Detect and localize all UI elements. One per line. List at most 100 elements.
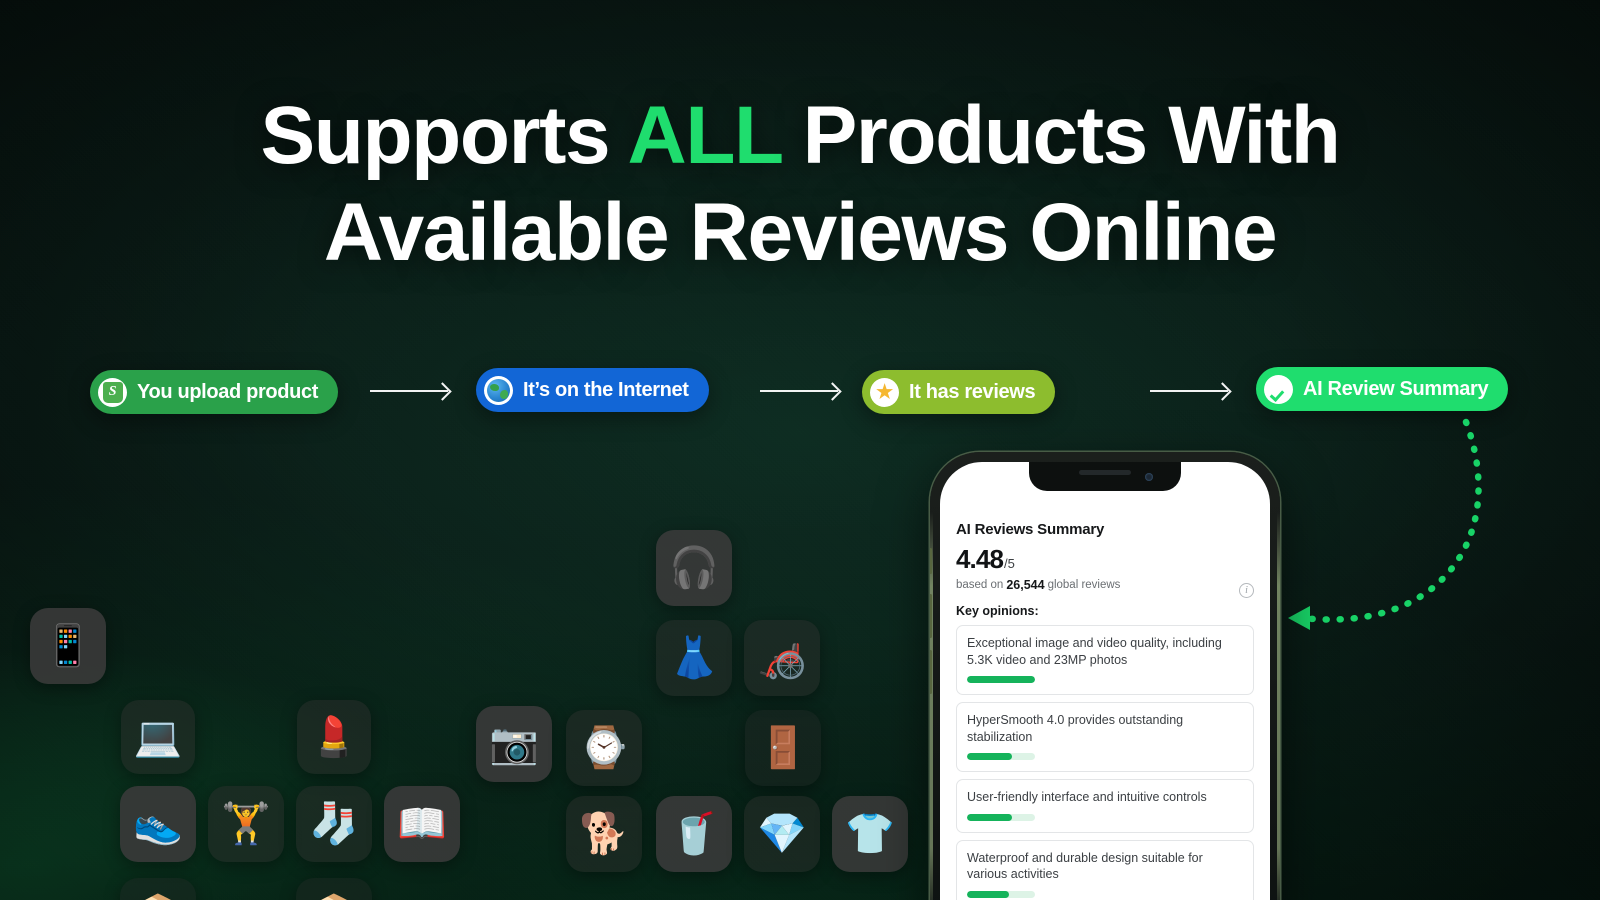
front-camera-icon <box>1145 473 1153 481</box>
tile-dumbbell: 🏋️ <box>208 786 284 862</box>
phone-side-rail-right <box>1277 512 1280 900</box>
tile-pet-supplies: 🐕 <box>566 796 642 872</box>
phone-mute-switch[interactable] <box>930 548 932 574</box>
process-flow: You upload product It’s on the Internet … <box>0 362 1600 432</box>
rating-value: 4.48 <box>956 544 1004 574</box>
product-emoji-icon: 📦 <box>309 896 359 900</box>
opinion-card[interactable]: Waterproof and durable design suitable f… <box>956 839 1254 900</box>
product-emoji-icon: 📖 <box>397 802 447 846</box>
flow-step-label: AI Review Summary <box>1303 377 1489 400</box>
headline-line-2: Available Reviews Online <box>323 186 1278 278</box>
tile-headphones: 🎧 <box>656 530 732 606</box>
product-emoji-icon: 🏋️ <box>221 802 271 846</box>
tile-hoodie: 👕 <box>832 796 908 872</box>
flow-step-ai-review-summary[interactable]: AI Review Summary <box>1256 367 1509 411</box>
tile-refrigerator: 🚪 <box>745 710 821 786</box>
review-count: 26,544 <box>1006 578 1045 592</box>
star-icon: ★ <box>870 377 899 407</box>
globe-icon <box>484 375 513 405</box>
flow-arrow-2-icon <box>760 390 838 392</box>
opinion-sentiment-bar <box>967 890 1035 898</box>
opinion-sentiment-bar <box>967 813 1035 821</box>
product-emoji-icon: 💻 <box>133 715 183 759</box>
info-icon[interactable]: i <box>1239 583 1254 598</box>
headline-line-1: Supports ALL Products With <box>0 88 1600 185</box>
tile-sneaker: 👟 <box>120 786 196 862</box>
rating-out-of: /5 <box>1004 556 1015 571</box>
flow-step-label: It has reviews <box>909 380 1036 403</box>
flow-step-upload-product[interactable]: You upload product <box>90 370 339 414</box>
phone-frame: AI Reviews Summary 4.48 /5 based on 26,5… <box>930 452 1280 900</box>
tile-laptop: 💻 <box>121 700 195 774</box>
tile-jewelry: 💎 <box>744 796 820 872</box>
product-emoji-icon: ⌚ <box>579 726 629 770</box>
product-emoji-icon: 🎧 <box>669 546 719 590</box>
opinion-text: Exceptional image and video quality, inc… <box>967 636 1222 667</box>
headline-accent-word: ALL <box>627 90 783 181</box>
phone-volume-up-button[interactable] <box>930 594 932 638</box>
opinion-sentiment-bar-fill <box>967 753 1012 760</box>
product-emoji-icon: 📦 <box>133 896 183 900</box>
phone-mockup: AI Reviews Summary 4.48 /5 based on 26,5… <box>930 452 1280 900</box>
product-emoji-icon: 💎 <box>757 812 807 856</box>
tile-book: 📖 <box>384 786 460 862</box>
tile-extra-a: 📦 <box>120 878 196 900</box>
opinion-sentiment-bar-fill <box>967 676 1035 683</box>
flow-arrow-1-icon <box>370 390 448 392</box>
flow-step-label: It’s on the Internet <box>523 378 689 401</box>
product-emoji-icon: 👗 <box>669 636 719 680</box>
review-summary-screen: AI Reviews Summary 4.48 /5 based on 26,5… <box>940 491 1270 900</box>
product-emoji-icon: 👟 <box>133 802 183 846</box>
based-on-suffix: global reviews <box>1047 579 1121 591</box>
opinion-text: Waterproof and durable design suitable f… <box>967 850 1203 882</box>
opinion-card[interactable]: Exceptional image and video quality, inc… <box>956 625 1254 695</box>
rating-row: 4.48 /5 <box>956 544 1254 575</box>
headline-text-post: Products With <box>781 90 1341 181</box>
tile-soda-can: 🥤 <box>656 796 732 872</box>
product-emoji-icon: 💄 <box>309 715 359 759</box>
phone-volume-down-button[interactable] <box>930 650 932 694</box>
tile-action-camera: 📷 <box>476 706 552 782</box>
page-title: Supports ALL Products With Available Rev… <box>0 88 1600 282</box>
opinion-sentiment-bar-fill <box>967 813 1012 821</box>
tile-extra-b: 📦 <box>296 878 372 900</box>
earpiece-speaker-icon <box>1079 469 1131 475</box>
product-emoji-icon: 🥤 <box>669 812 719 856</box>
key-opinions-label: Key opinions: <box>956 604 1039 618</box>
based-on-prefix: based on <box>956 579 1004 591</box>
hero-banner: 📱 💻 💄 👟 🏋️ 🧦 📖 🎧 👗 🦽 📷 ⌚ 🚪 🐕 🥤 💎 👕 📦 📦 Supports ALL Produc… <box>0 0 1600 900</box>
opinion-sentiment-bar-fill <box>967 890 1010 898</box>
opinion-sentiment-bar <box>967 753 1035 760</box>
tile-smartphone: 📱 <box>30 608 106 684</box>
product-emoji-icon: 🧦 <box>309 802 359 846</box>
flow-step-has-reviews[interactable]: ★ It has reviews <box>862 370 1056 414</box>
product-emoji-icon: 📷 <box>489 722 539 766</box>
product-emoji-icon: 🚪 <box>758 726 808 770</box>
tile-socks: 🧦 <box>296 786 372 862</box>
opinion-text: User-friendly interface and intuitive co… <box>967 790 1207 804</box>
product-emoji-icon: 🦽 <box>757 636 807 680</box>
product-emoji-icon: 🐕 <box>579 812 629 856</box>
opinion-sentiment-bar <box>967 676 1035 683</box>
tile-smartwatch: ⌚ <box>566 710 642 786</box>
tile-makeup: 💄 <box>297 700 371 774</box>
product-emoji-icon: 👕 <box>845 812 895 856</box>
headline-text-pre: Supports <box>260 90 628 181</box>
phone-screen: AI Reviews Summary 4.48 /5 based on 26,5… <box>940 462 1270 900</box>
flow-step-label: You upload product <box>137 380 319 403</box>
check-circle-icon <box>1264 374 1293 404</box>
key-opinions-list: Exceptional image and video quality, inc… <box>956 625 1254 900</box>
opinion-card[interactable]: User-friendly interface and intuitive co… <box>956 779 1254 833</box>
ai-reviews-summary-card: AI Reviews Summary 4.48 /5 based on 26,5… <box>952 521 1258 900</box>
tile-wheelchair: 🦽 <box>744 620 820 696</box>
tile-dress: 👗 <box>656 620 732 696</box>
phone-notch <box>1029 462 1181 491</box>
flow-arrow-3-icon <box>1150 390 1228 392</box>
summary-title: AI Reviews Summary <box>956 521 1105 538</box>
opinion-text: HyperSmooth 4.0 provides outstanding sta… <box>967 713 1184 744</box>
product-emoji-icon: 📱 <box>43 624 93 668</box>
shopify-bag-icon <box>98 377 127 407</box>
opinion-card[interactable]: HyperSmooth 4.0 provides outstanding sta… <box>956 702 1254 772</box>
review-count-line: based on 26,544 global reviews <box>956 578 1254 592</box>
flow-step-on-the-internet[interactable]: It’s on the Internet <box>476 368 709 412</box>
